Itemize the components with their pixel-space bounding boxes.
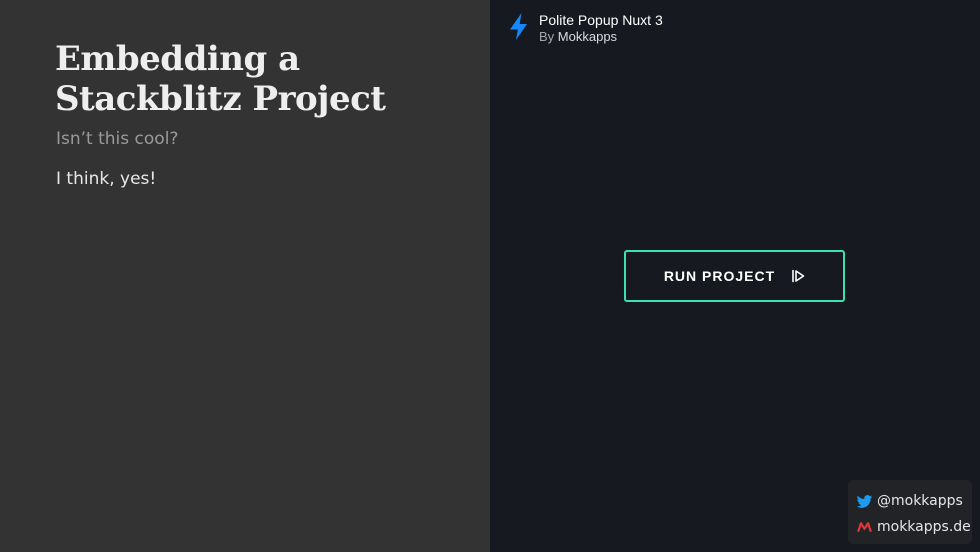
- twitter-link[interactable]: @mokkapps: [856, 488, 964, 514]
- stackblitz-embed[interactable]: Polite Popup Nuxt 3 By Mokkapps RUN PROJ…: [490, 0, 980, 552]
- slide-pane: Embedding a Stackblitz Project Isn’t thi…: [0, 0, 490, 552]
- slide-title: Embedding a Stackblitz Project: [55, 39, 386, 119]
- twitter-handle: @mokkapps: [877, 493, 963, 509]
- mokkapps-logo-icon: [857, 521, 872, 532]
- project-author[interactable]: Mokkapps: [558, 29, 617, 44]
- byline-prefix: By: [539, 29, 555, 44]
- social-badge: @mokkapps mokkapps.de: [848, 480, 972, 544]
- project-byline: By Mokkapps: [539, 29, 663, 45]
- run-project-label: RUN PROJECT: [663, 268, 776, 284]
- embed-header: Polite Popup Nuxt 3 By Mokkapps: [506, 12, 663, 45]
- play-icon: [792, 269, 805, 283]
- slide-subtitle: Isn’t this cool?: [56, 129, 179, 149]
- website-text: mokkapps.de: [877, 519, 971, 535]
- project-title[interactable]: Polite Popup Nuxt 3: [539, 12, 663, 29]
- run-project-button[interactable]: RUN PROJECT: [624, 250, 845, 302]
- slide-body-text: I think, yes!: [56, 169, 157, 189]
- website-link[interactable]: mokkapps.de: [856, 514, 971, 540]
- twitter-icon: [856, 494, 873, 508]
- stackblitz-bolt-icon: [510, 13, 527, 40]
- project-info: Polite Popup Nuxt 3 By Mokkapps: [539, 12, 663, 45]
